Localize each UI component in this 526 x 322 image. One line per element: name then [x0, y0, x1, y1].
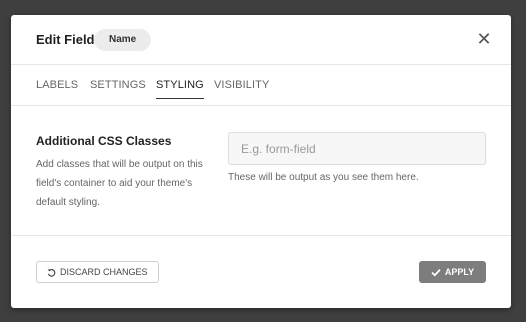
tab-bar: LABELS SETTINGS STYLING VISIBILITY [11, 65, 511, 106]
undo-icon [47, 268, 56, 277]
css-classes-hint: These will be output as you see them her… [228, 172, 419, 183]
tab-settings[interactable]: SETTINGS [90, 79, 146, 98]
check-icon [431, 268, 441, 277]
field-name-badge: Name [94, 29, 152, 51]
apply-label: APPLY [444, 267, 475, 277]
modal-header: Edit Field Name ✕ [11, 15, 511, 65]
tab-styling[interactable]: STYLING [156, 79, 204, 99]
edit-field-modal: Edit Field Name ✕ LABELS SETTINGS STYLIN… [11, 15, 511, 308]
close-icon[interactable]: ✕ [475, 30, 493, 48]
tab-visibility[interactable]: VISIBILITY [214, 79, 269, 98]
css-classes-input[interactable] [228, 132, 486, 165]
tab-labels[interactable]: LABELS [36, 79, 78, 98]
apply-button[interactable]: APPLY [419, 261, 486, 283]
css-classes-description: Add classes that will be output on this … [36, 159, 203, 208]
discard-changes-button[interactable]: DISCARD CHANGES [36, 261, 159, 283]
styling-panel: Additional CSS Classes Add classes that … [11, 106, 511, 236]
css-classes-label: Additional CSS Classes [36, 134, 172, 148]
discard-changes-label: DISCARD CHANGES [60, 267, 148, 277]
modal-title: Edit Field [36, 32, 95, 47]
